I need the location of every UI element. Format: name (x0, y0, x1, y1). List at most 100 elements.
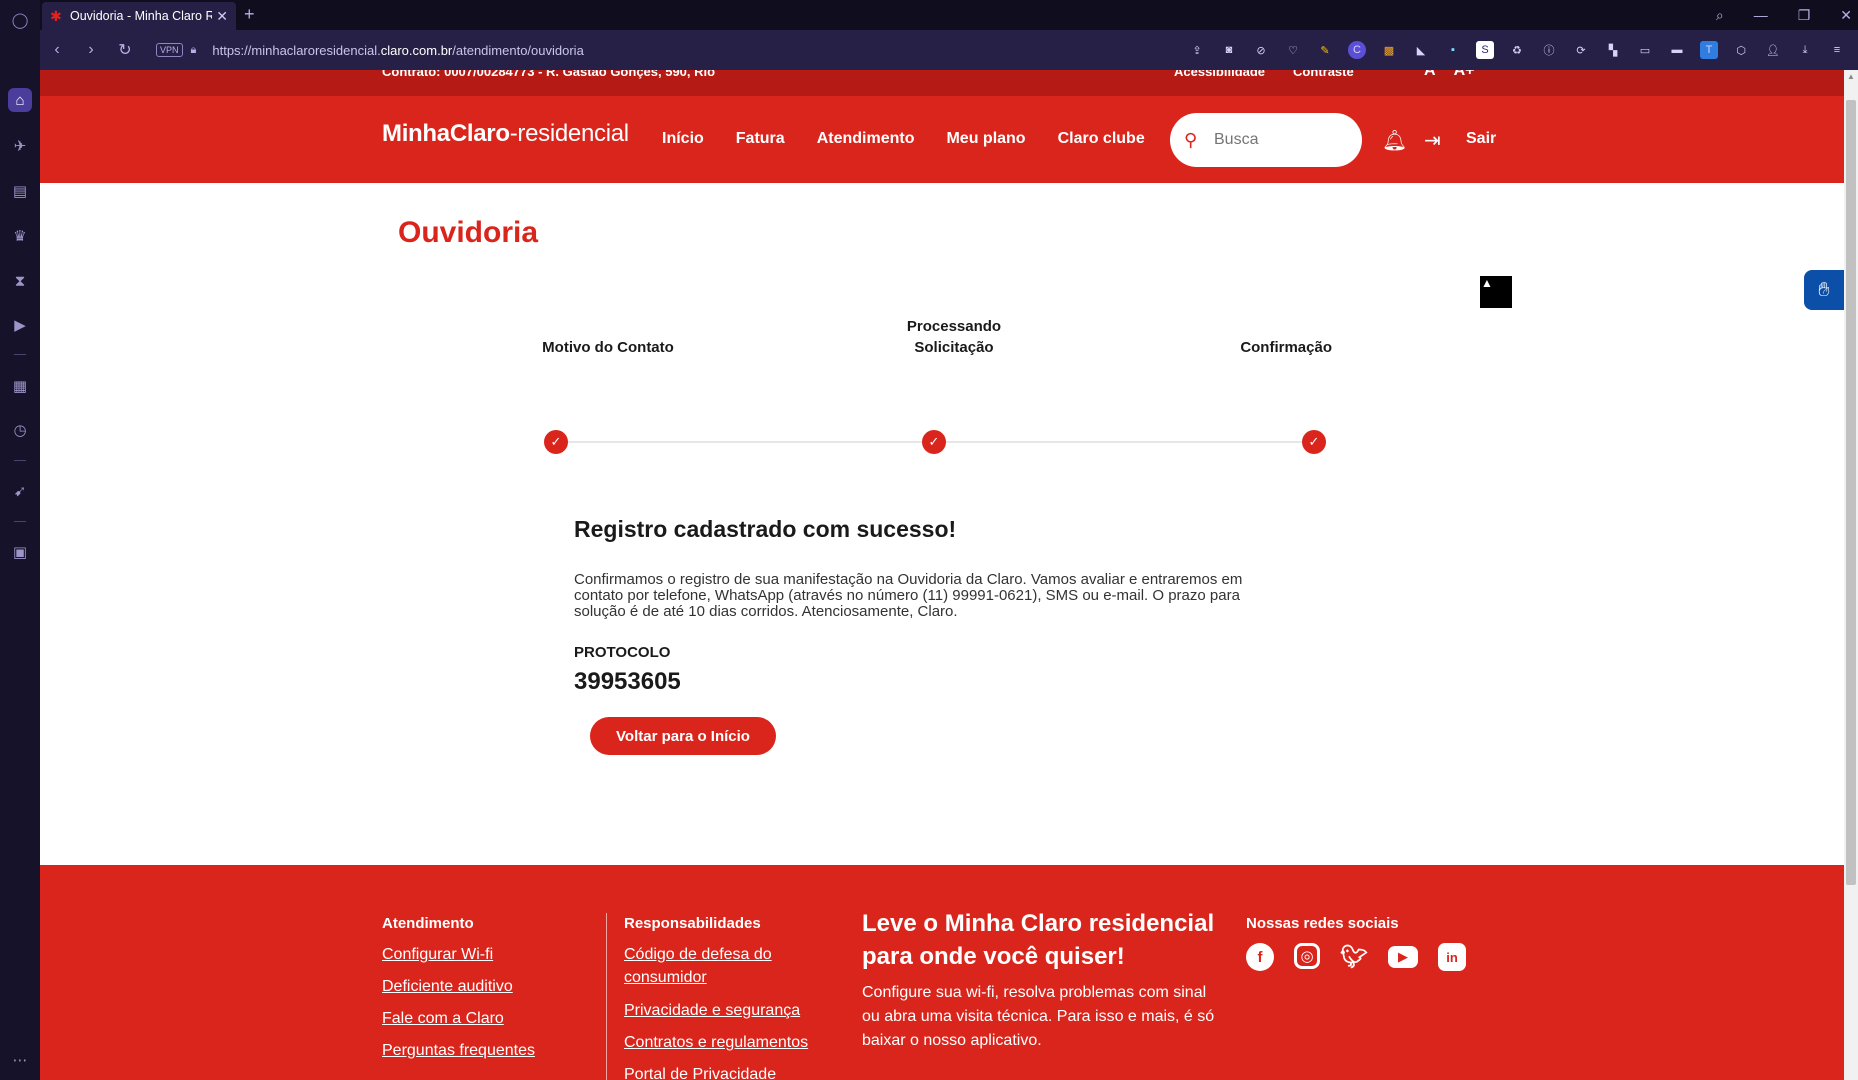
share-icon[interactable]: ⇪ (1188, 41, 1206, 59)
circle-extension-icon[interactable]: C (1348, 41, 1366, 59)
menu-icon[interactable]: ≡ (1828, 41, 1846, 59)
social-links: f ◎ 🐦︎ ▶ in (1246, 943, 1466, 971)
search-tabs-icon[interactable]: ⌕ (1716, 7, 1724, 24)
stepper: Motivo do Contato ✓ Processando Solicita… (40, 70, 1844, 470)
page-scrollbar[interactable]: ▲ (1844, 70, 1858, 1080)
twitter-icon[interactable]: 🐦︎ (1340, 943, 1368, 971)
footer-link-codigo-defesa[interactable]: Código de defesa do consumidor (624, 943, 794, 989)
more-icon[interactable]: ⋯ (8, 1048, 32, 1072)
linkedin-icon[interactable]: in (1438, 943, 1466, 971)
player-icon[interactable]: ▶ (8, 313, 32, 337)
camera-icon[interactable]: ◙ (1220, 41, 1238, 59)
facebook-icon[interactable]: f (1246, 943, 1274, 971)
bookmark-extension-icon[interactable]: ◣ (1412, 41, 1430, 59)
history-icon[interactable]: ◷ (8, 418, 32, 442)
forward-icon[interactable]: › (74, 41, 108, 59)
profile-icon[interactable]: 👤︎ (1764, 41, 1782, 59)
step-2-label: Processando Solicitação (886, 316, 1022, 358)
step-1-label-line1: Motivo do Contato (542, 339, 674, 356)
translate-extension-icon[interactable]: T (1700, 41, 1718, 59)
translate-icon[interactable]: ▣ (8, 540, 32, 564)
grid-extension-icon[interactable]: ▩ (1380, 41, 1398, 59)
lock-icon[interactable]: 🔒︎ (191, 44, 197, 57)
window-extension-icon[interactable]: ▭ (1636, 41, 1654, 59)
step-3-label: Confirmação (1236, 337, 1332, 358)
back-to-home-button[interactable]: Voltar para o Início (590, 717, 776, 755)
footer-divider (606, 913, 607, 1080)
info-extension-icon[interactable]: ⓘ (1540, 41, 1558, 59)
reload-icon[interactable]: ↻ (108, 40, 142, 60)
cube-icon[interactable]: ⬡ (1732, 41, 1750, 59)
step-2-label-line1: Processando (906, 318, 1002, 335)
broom-extension-icon[interactable]: ✎ (1316, 41, 1334, 59)
bird-icon[interactable]: ➹ (8, 479, 32, 503)
restore-icon[interactable]: ❐ (1798, 7, 1811, 24)
tab-title: Ouvidoria - Minha Claro Re (70, 9, 213, 23)
footer-link-contratos[interactable]: Contratos e regulamentos (624, 1031, 808, 1054)
footer-link-privacidade[interactable]: Privacidade e segurança (624, 999, 800, 1022)
minimize-icon[interactable]: — (1754, 7, 1768, 23)
browser-sidebar: ◯ ⌂ ✈ ▤ ♛ ⧗ ▶ ▦ ◷ ➹ ▣ ⋯ (0, 0, 40, 1080)
step-1-check-icon: ✓ (544, 430, 568, 454)
back-icon[interactable]: ‹ (40, 41, 74, 59)
claro-favicon-icon: ✱ (50, 8, 62, 24)
close-window-icon[interactable]: ✕ (1840, 7, 1852, 24)
vpn-badge[interactable]: VPN (156, 43, 183, 57)
success-title: Registro cadastrado com sucesso! (574, 516, 957, 542)
footer-link-configurar-wifi[interactable]: Configurar Wi-fi (382, 943, 493, 966)
protocol-label: PROTOCOLO (574, 644, 671, 661)
tab-bar: ✱ Ouvidoria - Minha Claro Re ✕ + ⌕ — ❐ ✕ (40, 0, 1858, 30)
address-bar: ‹ › ↻ VPN 🔒︎ https://minhaclaroresidenci… (40, 30, 1858, 70)
app-promo-text: Configure sua wi-fi, resolva problemas c… (862, 984, 1215, 1049)
download-icon[interactable]: ⤓ (1796, 41, 1814, 59)
opera-logo-icon[interactable]: ◯ (8, 8, 32, 32)
page-viewport: Contrato: 0007/00284773 - R. Gastão Gonç… (40, 70, 1844, 1080)
footer-link-fale-com-a-claro[interactable]: Fale com a Claro (382, 1007, 504, 1030)
window-controls: ⌕ — ❐ ✕ (1716, 0, 1852, 30)
protocol-number: 39953605 (574, 668, 681, 695)
hourglass-icon[interactable]: ⧗ (8, 269, 32, 293)
apps-icon[interactable]: ▦ (8, 374, 32, 398)
footer-social-title: Nossas redes sociais (1246, 915, 1399, 932)
scroll-up-icon[interactable]: ▲ (1847, 72, 1855, 81)
app-promo-title: Leve o Minha Claro residencial para onde… (862, 910, 1215, 970)
home-icon[interactable]: ⌂ (8, 88, 32, 112)
save-extension-icon[interactable]: ▪ (1444, 41, 1462, 59)
recycle-extension-icon[interactable]: ♻ (1508, 41, 1526, 59)
flow-icon[interactable]: ✈ (8, 134, 32, 158)
block-icon[interactable]: ⊘ (1252, 41, 1270, 59)
heart-icon[interactable]: ♡ (1284, 41, 1302, 59)
footer-link-perguntas-frequentes[interactable]: Perguntas frequentes (382, 1039, 535, 1062)
sidebar-divider (14, 521, 26, 522)
footer-link-deficiente-auditivo[interactable]: Deficiente auditivo (382, 975, 513, 998)
footer-link-portal-privacidade[interactable]: Portal de Privacidade (624, 1063, 776, 1080)
step-2-check-icon: ✓ (922, 430, 946, 454)
notes-icon[interactable]: ▤ (8, 179, 32, 203)
step-2-label-line2: Solicitação (914, 339, 994, 356)
crown-icon[interactable]: ♛ (8, 224, 32, 248)
close-icon[interactable]: ✕ (216, 8, 228, 25)
wallet-extension-icon[interactable]: ▬ (1668, 41, 1686, 59)
url-field[interactable]: https://minhaclaroresidencial.claro.com.… (212, 43, 583, 58)
success-message: Confirmamos o registro de sua manifestaç… (574, 571, 1243, 620)
footer-responsabilidades-title: Responsabilidades (624, 915, 761, 932)
step-1-label: Motivo do Contato (540, 337, 676, 358)
new-tab-button[interactable]: + (244, 4, 255, 25)
url-domain: claro.com.br (380, 42, 453, 58)
instagram-icon[interactable]: ◎ (1294, 943, 1320, 969)
puzzle-extension-icon[interactable]: ▚ (1604, 41, 1622, 59)
sidebar-divider (14, 354, 26, 355)
url-prefix: https://minhaclaroresidencial. (212, 42, 381, 58)
extensions-toolbar: ⇪ ◙ ⊘ ♡ ✎ C ▩ ◣ ▪ S ♻ ⓘ ⟳ ▚ ▭ ▬ T ⬡ 👤︎ ⤓… (1188, 30, 1846, 70)
sync-extension-icon[interactable]: ⟳ (1572, 41, 1590, 59)
url-path: /atendimento/ouvidoria (452, 42, 584, 58)
scrollbar-thumb[interactable] (1846, 100, 1856, 885)
sidebar-divider (14, 460, 26, 461)
footer-atendimento-title: Atendimento (382, 915, 474, 932)
tab-ouvidoria[interactable]: ✱ Ouvidoria - Minha Claro Re ✕ (42, 2, 236, 30)
step-3-check-icon: ✓ (1302, 430, 1326, 454)
step-3-label-line1: Confirmação (1240, 339, 1332, 356)
s-extension-icon[interactable]: S (1476, 41, 1494, 59)
site-footer: Atendimento Configurar Wi-fi Deficiente … (40, 865, 1844, 1080)
youtube-icon[interactable]: ▶ (1388, 946, 1418, 968)
